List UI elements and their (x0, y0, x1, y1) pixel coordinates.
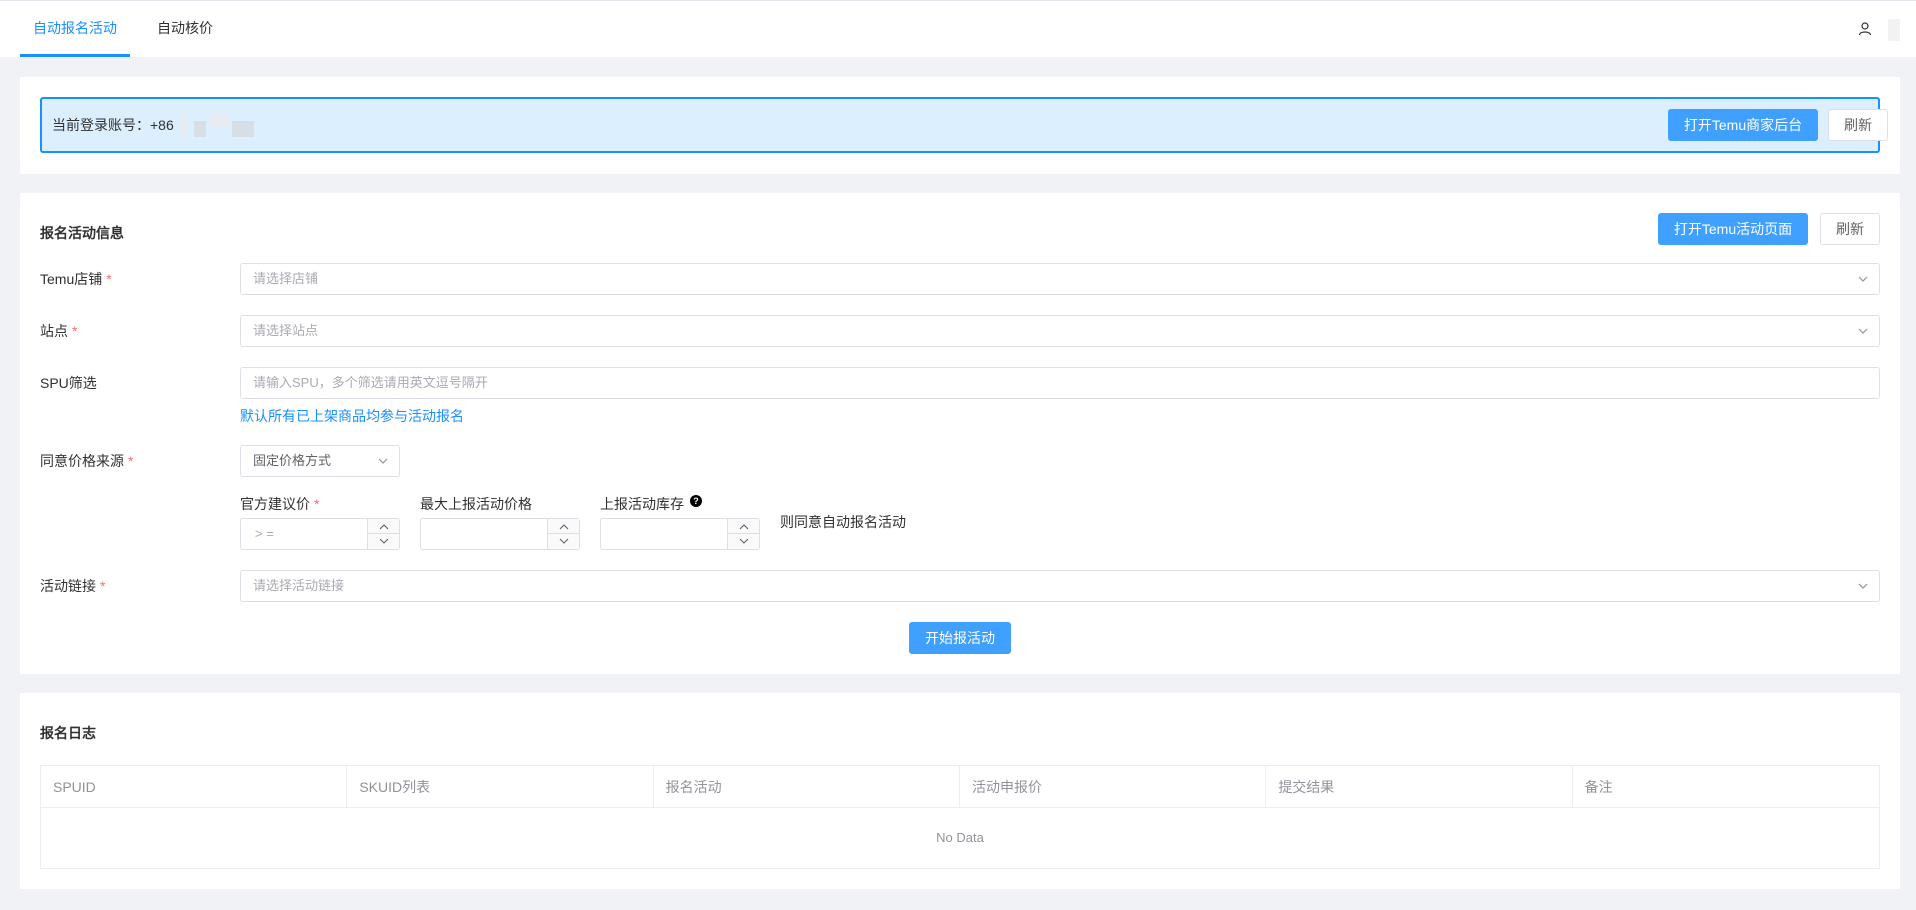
number-stepper (367, 519, 399, 549)
required-mark: * (72, 323, 78, 339)
chevron-down-icon (739, 538, 749, 544)
chevron-down-icon (378, 458, 388, 464)
chevron-up-icon (379, 524, 389, 530)
chevron-down-icon (559, 538, 569, 544)
decrement-button[interactable] (728, 534, 759, 549)
increment-button[interactable] (368, 519, 399, 534)
activity-link-label: 活动链接 * (40, 578, 106, 594)
signup-log-card: 报名日志 SPUID SKUID列表 报名活动 活动申报价 提交结果 备注 No… (20, 693, 1900, 889)
max-price-input[interactable] (420, 518, 580, 550)
activity-link-select[interactable]: 请选择活动链接 (240, 570, 1880, 602)
spu-input[interactable]: 请输入SPU，多个筛选请用英文逗号隔开 (240, 367, 1880, 399)
required-mark: * (314, 496, 320, 512)
required-mark: * (128, 453, 134, 469)
number-stepper (727, 519, 759, 549)
user-name-redacted (1888, 19, 1900, 41)
table-header: SPUID SKUID列表 报名活动 活动申报价 提交结果 备注 (41, 766, 1879, 808)
increment-button[interactable] (728, 519, 759, 534)
current-account-label: 当前登录账号：+86 (52, 117, 174, 133)
official-price-label: 官方建议价 * (240, 496, 320, 512)
increment-button[interactable] (548, 519, 579, 534)
column-header: 提交结果 (1266, 766, 1573, 808)
chevron-down-icon (1858, 328, 1868, 334)
tab-auto-signup[interactable]: 自动报名活动 (20, 1, 130, 57)
chevron-up-icon (559, 524, 569, 530)
open-activity-page-button[interactable]: 打开Temu活动页面 (1658, 213, 1808, 245)
log-table: SPUID SKUID列表 报名活动 活动申报价 提交结果 备注 No Data (40, 765, 1880, 869)
section-title: 报名活动信息 (40, 225, 124, 241)
chevron-down-icon (1858, 276, 1868, 282)
decrement-button[interactable] (548, 534, 579, 549)
chevron-down-icon (1858, 583, 1868, 589)
agree-text: 则同意自动报名活动 (780, 514, 906, 530)
price-source-select[interactable]: 固定价格方式 (240, 445, 400, 477)
phone-redacted (232, 121, 254, 137)
form-refresh-button[interactable]: 刷新 (1820, 213, 1880, 245)
phone-redacted (180, 113, 188, 137)
stock-label: 上报活动库存 (600, 496, 684, 512)
account-card: 当前登录账号：+86 打开Temu商家后台 刷新 (20, 77, 1900, 174)
column-header: 备注 (1584, 779, 1613, 795)
price-source-label: 同意价格来源 * (40, 453, 134, 469)
column-header: SKUID列表 (347, 766, 654, 808)
chevron-up-icon (739, 524, 749, 530)
log-title: 报名日志 (40, 725, 96, 741)
store-select[interactable]: 请选择店铺 (240, 263, 1880, 295)
account-banner: 当前登录账号：+86 打开Temu商家后台 刷新 (40, 97, 1888, 153)
spu-label: SPU筛选 (40, 375, 97, 391)
number-stepper (547, 519, 579, 549)
chevron-down-icon (379, 538, 389, 544)
site-select[interactable]: 请选择站点 (240, 315, 1880, 347)
phone-redacted (210, 113, 230, 127)
open-backend-button[interactable]: 打开Temu商家后台 (1668, 109, 1818, 141)
empty-state: No Data (936, 830, 984, 845)
column-header: SPUID (41, 766, 348, 808)
column-header: 活动申报价 (960, 766, 1267, 808)
tab-auto-pricing[interactable]: 自动核价 (150, 1, 220, 57)
required-mark: * (100, 578, 106, 594)
max-price-label: 最大上报活动价格 (420, 496, 532, 512)
stock-input[interactable] (600, 518, 760, 550)
official-price-input[interactable]: > = (240, 518, 400, 550)
user-icon[interactable] (1857, 21, 1873, 37)
top-nav: 自动报名活动 自动核价 (0, 0, 1916, 57)
column-header: 报名活动 (654, 766, 960, 808)
site-label: 站点 * (40, 323, 78, 339)
decrement-button[interactable] (368, 534, 399, 549)
account-refresh-button[interactable]: 刷新 (1828, 109, 1888, 141)
phone-redacted (194, 121, 206, 137)
required-mark: * (106, 271, 112, 287)
question-circle-icon[interactable]: ? (690, 495, 702, 507)
spu-hint: 默认所有已上架商品均参与活动报名 (240, 408, 464, 424)
signup-form-card: 报名活动信息 打开Temu活动页面 刷新 Temu店铺 * 请选择店铺 站点 * 请… (20, 193, 1900, 674)
store-label: Temu店铺 * (40, 271, 112, 287)
start-signup-button[interactable]: 开始报活动 (909, 622, 1011, 654)
